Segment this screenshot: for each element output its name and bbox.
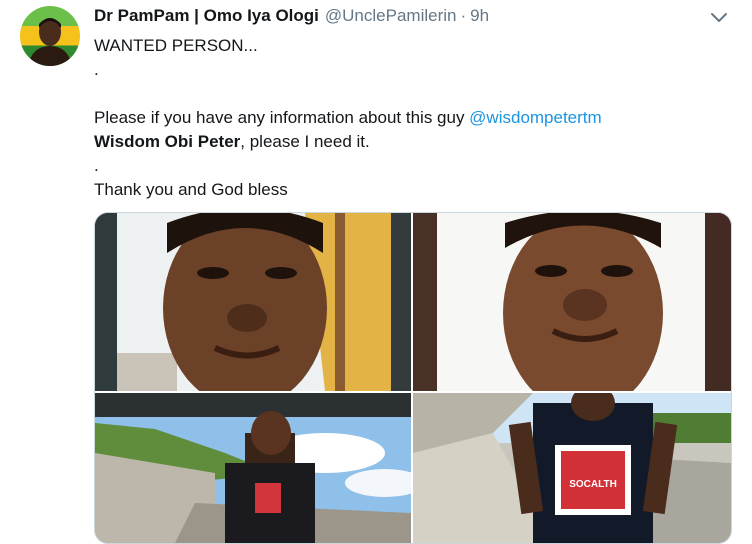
photo-image: SOCALTH <box>413 393 731 543</box>
avatar[interactable] <box>20 6 80 66</box>
photo-outdoor-2[interactable]: SOCALTH <box>413 393 731 543</box>
text-fragment: Please if you have any information about… <box>94 108 470 127</box>
shirt-text: SOCALTH <box>569 479 617 490</box>
bold-name: Wisdom Obi Peter <box>94 132 241 151</box>
text-fragment: , please I need it. <box>240 132 370 151</box>
text-line: Thank you and God bless <box>94 180 288 199</box>
tweet-text: WANTED PERSON... . Please if you have an… <box>94 34 734 202</box>
tweet[interactable]: Dr PamPam | Omo Iya Ologi @UnclePamileri… <box>0 0 752 544</box>
text-line: Please if you have any information about… <box>94 106 734 130</box>
text-line: . <box>94 156 99 175</box>
photo-image <box>95 213 411 391</box>
avatar-portrait <box>28 18 72 66</box>
photo-selfie-1[interactable] <box>95 213 411 391</box>
media-grid: SOCALTH <box>94 212 732 544</box>
timestamp[interactable]: 9h <box>470 6 489 26</box>
text-line: . <box>94 60 99 79</box>
text-line: WANTED PERSON... <box>94 36 258 55</box>
photo-image <box>95 393 411 543</box>
text-line: Wisdom Obi Peter, please I need it. <box>94 130 734 154</box>
display-name[interactable]: Dr PamPam | Omo Iya Ologi <box>94 6 319 26</box>
photo-selfie-2[interactable] <box>413 213 731 391</box>
photo-outdoor-1[interactable] <box>95 393 411 543</box>
photo-image <box>413 213 731 391</box>
chevron-down-icon[interactable] <box>708 9 730 27</box>
mention-link[interactable]: @wisdompetertm <box>469 108 602 127</box>
tweet-header: Dr PamPam | Omo Iya Ologi @UnclePamileri… <box>94 6 489 28</box>
user-handle[interactable]: @UnclePamilerin <box>325 6 457 26</box>
separator-dot: · <box>460 6 467 25</box>
